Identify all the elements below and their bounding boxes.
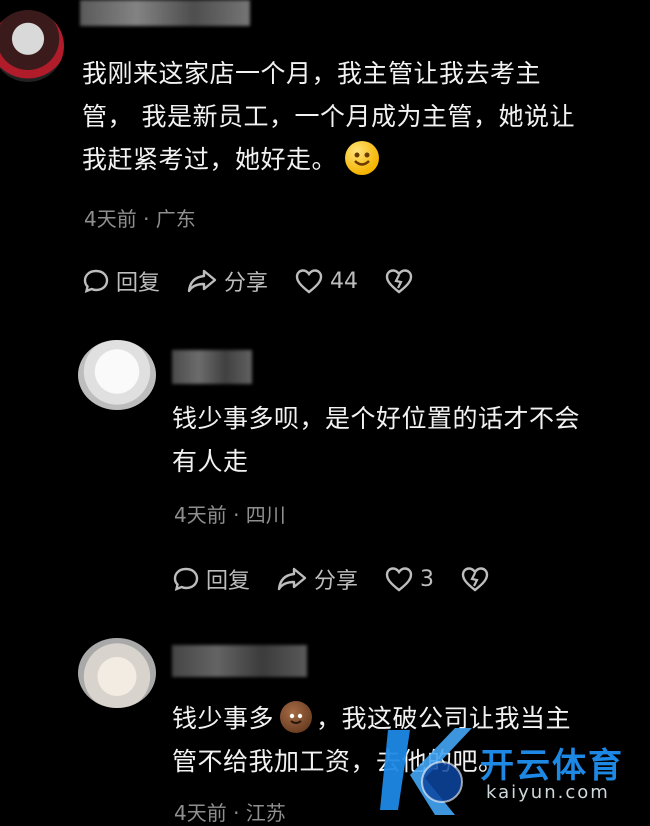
smile-emoji-icon xyxy=(345,141,380,175)
reply-bubble-icon xyxy=(173,567,199,591)
username-blurred[interactable] xyxy=(80,0,250,26)
comment-meta: 4天前 · 广东 xyxy=(84,207,196,231)
dislike-button[interactable] xyxy=(384,267,420,295)
reply-bubble-icon xyxy=(83,269,109,293)
dislike-button[interactable] xyxy=(460,565,496,593)
like-button[interactable]: 44 xyxy=(294,267,358,295)
share-arrow-icon xyxy=(187,269,217,293)
share-button[interactable]: 分享 xyxy=(186,265,268,297)
comment-meta: 4天前 · 江苏 xyxy=(174,801,286,825)
comment-text: 钱少事多呗，是个好位置的话才不会 有人走 xyxy=(172,404,581,476)
like-count: 44 xyxy=(330,268,359,294)
username-blurred[interactable] xyxy=(172,350,252,384)
broken-heart-icon xyxy=(385,269,413,294)
watermark-brand-cn: 开云体育 xyxy=(480,746,624,786)
reply-button[interactable]: 回复 xyxy=(172,563,250,595)
heart-icon xyxy=(385,567,413,592)
username-blurred[interactable] xyxy=(172,645,307,677)
broken-heart-icon xyxy=(461,567,489,592)
watermark: 开云体育 kaiyun.com xyxy=(380,720,645,820)
comment-actions: 回复 分享 3 xyxy=(172,563,522,595)
avatar[interactable] xyxy=(78,340,156,410)
comment-text: 我刚来这家店一个月，我主管让我去考主 管， 我是新员工，一个月成为主管，她说让 … xyxy=(82,59,575,175)
avatar[interactable] xyxy=(0,10,64,82)
comment-meta: 4天前 · 四川 xyxy=(174,503,286,527)
share-arrow-icon xyxy=(277,567,307,591)
avatar[interactable] xyxy=(78,638,156,708)
heart-icon xyxy=(295,269,323,294)
share-button[interactable]: 分享 xyxy=(276,563,358,595)
reply-button[interactable]: 回复 xyxy=(82,265,160,297)
kaiyun-logo-icon xyxy=(380,728,472,815)
watermark-brand-en: kaiyun.com xyxy=(486,782,610,803)
like-button[interactable]: 3 xyxy=(384,565,434,593)
poop-emoji-icon xyxy=(280,701,313,733)
like-count: 3 xyxy=(420,566,435,592)
comment-actions: 回复 分享 44 xyxy=(82,265,446,297)
